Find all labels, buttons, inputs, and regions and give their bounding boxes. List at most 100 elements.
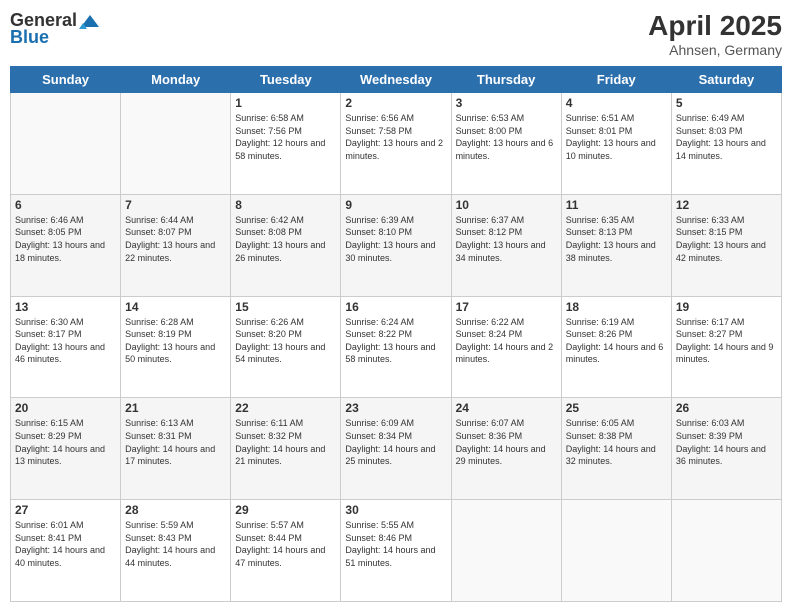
calendar-cell: 4 Sunrise: 6:51 AMSunset: 8:01 PMDaylight… [561,93,671,195]
day-info: Sunrise: 5:59 AMSunset: 8:43 PMDaylight:… [125,520,215,568]
day-info: Sunrise: 6:03 AMSunset: 8:39 PMDaylight:… [676,418,766,466]
calendar-week-row: 1Sunrise: 6:58 AMSunset: 7:56 PMDaylight… [11,93,782,195]
calendar-cell: 22Sunrise: 6:11 AMSunset: 8:32 PMDayligh… [231,398,341,500]
day-number: 25 [566,401,667,415]
calendar-cell: 15 Sunrise: 6:26 AMSunset: 8:20 PMDayligh… [231,296,341,398]
day-number: 30 [345,503,446,517]
day-number: 22 [235,401,336,415]
day-info: Sunrise: 6:07 AMSunset: 8:36 PMDaylight:… [456,418,546,466]
day-number: 16 [345,300,446,314]
day-number: 28 [125,503,226,517]
day-number: 26 [676,401,777,415]
day-number: 13 [15,300,116,314]
calendar-cell: 10 Sunrise: 6:37 AMSunset: 8:12 PMDayligh… [451,194,561,296]
calendar-cell: 3Sunrise: 6:53 AMSunset: 8:00 PMDaylight… [451,93,561,195]
day-info: Sunrise: 6:30 AMSunset: 8:17 PMDaylight:… [15,317,105,365]
calendar-week-row: 20 Sunrise: 6:15 AMSunset: 8:29 PMDayligh… [11,398,782,500]
calendar-cell: 29Sunrise: 5:57 AMSunset: 8:44 PMDayligh… [231,500,341,602]
day-number: 11 [566,198,667,212]
day-number: 9 [345,198,446,212]
day-number: 19 [676,300,777,314]
page: General Blue April 2025 Ahnsen, Germany … [0,0,792,612]
calendar-cell: 11 Sunrise: 6:35 AMSunset: 8:13 PMDayligh… [561,194,671,296]
day-number: 10 [456,198,557,212]
day-info: Sunrise: 6:46 AMSunset: 8:05 PMDaylight:… [15,215,105,263]
title-block: April 2025 Ahnsen, Germany [648,10,782,58]
calendar-cell: 25 Sunrise: 6:05 AMSunset: 8:38 PMDayligh… [561,398,671,500]
calendar-cell: 12 Sunrise: 6:33 AMSunset: 8:15 PMDayligh… [671,194,781,296]
day-number: 14 [125,300,226,314]
day-number: 17 [456,300,557,314]
day-number: 5 [676,96,777,110]
calendar-cell: 13 Sunrise: 6:30 AMSunset: 8:17 PMDayligh… [11,296,121,398]
calendar-cell: 7 Sunrise: 6:44 AMSunset: 8:07 PMDaylight… [121,194,231,296]
calendar-cell: 6 Sunrise: 6:46 AMSunset: 8:05 PMDaylight… [11,194,121,296]
day-of-week-header: Sunday [11,67,121,93]
logo-icon [79,13,101,29]
day-number: 4 [566,96,667,110]
day-info: Sunrise: 6:51 AMSunset: 8:01 PMDaylight:… [566,113,656,161]
day-number: 1 [235,96,336,110]
day-info: Sunrise: 6:17 AMSunset: 8:27 PMDaylight:… [676,317,774,365]
calendar-cell [561,500,671,602]
day-number: 18 [566,300,667,314]
header: General Blue April 2025 Ahnsen, Germany [10,10,782,58]
day-number: 15 [235,300,336,314]
month-year: April 2025 [648,10,782,42]
calendar-cell: 2Sunrise: 6:56 AMSunset: 7:58 PMDaylight… [341,93,451,195]
calendar-cell [451,500,561,602]
day-info: Sunrise: 6:44 AMSunset: 8:07 PMDaylight:… [125,215,215,263]
logo-blue-text: Blue [10,27,49,48]
day-info: Sunrise: 6:35 AMSunset: 8:13 PMDaylight:… [566,215,656,263]
calendar-cell: 18 Sunrise: 6:19 AMSunset: 8:26 PMDayligh… [561,296,671,398]
calendar-cell: 21Sunrise: 6:13 AMSunset: 8:31 PMDayligh… [121,398,231,500]
calendar-cell: 17Sunrise: 6:22 AMSunset: 8:24 PMDayligh… [451,296,561,398]
calendar-cell: 26 Sunrise: 6:03 AMSunset: 8:39 PMDayligh… [671,398,781,500]
day-number: 20 [15,401,116,415]
day-of-week-header: Friday [561,67,671,93]
calendar-table: SundayMondayTuesdayWednesdayThursdayFrid… [10,66,782,602]
day-of-week-header: Tuesday [231,67,341,93]
calendar-cell: 27 Sunrise: 6:01 AMSunset: 8:41 PMDayligh… [11,500,121,602]
day-info: Sunrise: 6:24 AMSunset: 8:22 PMDaylight:… [345,317,435,365]
day-info: Sunrise: 6:26 AMSunset: 8:20 PMDaylight:… [235,317,325,365]
day-number: 8 [235,198,336,212]
day-of-week-header: Monday [121,67,231,93]
day-number: 7 [125,198,226,212]
day-number: 24 [456,401,557,415]
day-info: Sunrise: 6:05 AMSunset: 8:38 PMDaylight:… [566,418,656,466]
day-info: Sunrise: 6:39 AMSunset: 8:10 PMDaylight:… [345,215,435,263]
day-number: 3 [456,96,557,110]
day-info: Sunrise: 6:42 AMSunset: 8:08 PMDaylight:… [235,215,325,263]
day-info: Sunrise: 6:01 AMSunset: 8:41 PMDaylight:… [15,520,105,568]
day-info: Sunrise: 6:09 AMSunset: 8:34 PMDaylight:… [345,418,435,466]
calendar-cell: 28 Sunrise: 5:59 AMSunset: 8:43 PMDayligh… [121,500,231,602]
day-number: 21 [125,401,226,415]
calendar-cell: 16 Sunrise: 6:24 AMSunset: 8:22 PMDayligh… [341,296,451,398]
calendar-cell [11,93,121,195]
day-of-week-header: Thursday [451,67,561,93]
day-info: Sunrise: 6:33 AMSunset: 8:15 PMDaylight:… [676,215,766,263]
calendar-week-row: 6 Sunrise: 6:46 AMSunset: 8:05 PMDaylight… [11,194,782,296]
day-number: 23 [345,401,446,415]
logo: General Blue [10,10,101,48]
day-info: Sunrise: 6:37 AMSunset: 8:12 PMDaylight:… [456,215,546,263]
calendar-cell: 5Sunrise: 6:49 AMSunset: 8:03 PMDaylight… [671,93,781,195]
day-number: 27 [15,503,116,517]
calendar-cell: 30 Sunrise: 5:55 AMSunset: 8:46 PMDayligh… [341,500,451,602]
day-info: Sunrise: 5:55 AMSunset: 8:46 PMDaylight:… [345,520,435,568]
day-info: Sunrise: 6:28 AMSunset: 8:19 PMDaylight:… [125,317,215,365]
day-number: 6 [15,198,116,212]
day-info: Sunrise: 6:15 AMSunset: 8:29 PMDaylight:… [15,418,105,466]
calendar-cell: 20 Sunrise: 6:15 AMSunset: 8:29 PMDayligh… [11,398,121,500]
day-info: Sunrise: 6:19 AMSunset: 8:26 PMDaylight:… [566,317,664,365]
location: Ahnsen, Germany [648,42,782,58]
calendar-cell: 1Sunrise: 6:58 AMSunset: 7:56 PMDaylight… [231,93,341,195]
calendar-week-row: 13 Sunrise: 6:30 AMSunset: 8:17 PMDayligh… [11,296,782,398]
day-of-week-header: Wednesday [341,67,451,93]
calendar-cell: 23 Sunrise: 6:09 AMSunset: 8:34 PMDayligh… [341,398,451,500]
calendar-cell: 14 Sunrise: 6:28 AMSunset: 8:19 PMDayligh… [121,296,231,398]
day-number: 12 [676,198,777,212]
calendar-cell [121,93,231,195]
day-info: Sunrise: 6:56 AMSunset: 7:58 PMDaylight:… [345,113,443,161]
